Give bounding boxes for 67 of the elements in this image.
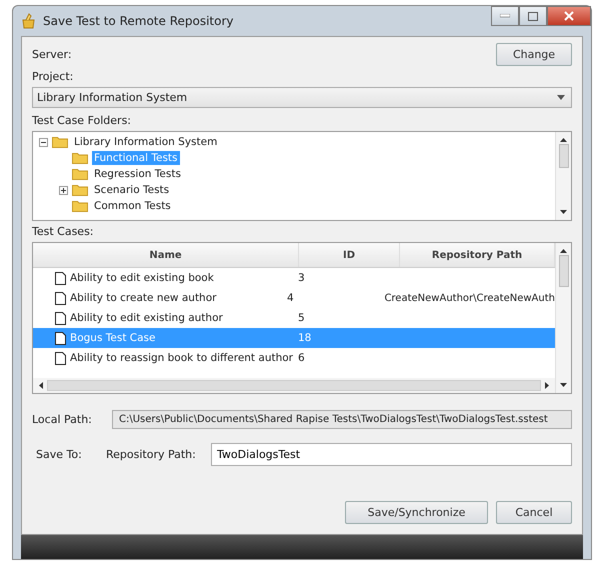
- change-button[interactable]: Change: [496, 43, 572, 66]
- scroll-down-icon[interactable]: [560, 383, 567, 387]
- table-cell-text: 18: [298, 332, 312, 344]
- app-icon: [21, 13, 37, 29]
- document-icon: [55, 292, 66, 304]
- save-to-label: Save To:: [35, 448, 83, 461]
- table-cell: Ability to edit existing author: [70, 312, 223, 324]
- local-path-label: Local Path:: [32, 413, 93, 426]
- vertical-scrollbar[interactable]: [555, 243, 571, 393]
- repository-path-label: Repository Path:: [106, 448, 197, 461]
- tree-item[interactable]: Scenario Tests: [92, 183, 172, 197]
- table-cell: Ability to create new author: [70, 292, 216, 304]
- table-row[interactable]: Ability to edit existing book 3: [33, 268, 555, 288]
- tree-item[interactable]: Common Tests: [92, 199, 173, 213]
- folder-icon: [72, 168, 88, 180]
- folder-icon: [72, 184, 88, 196]
- table-row[interactable]: Ability to create new author 4 CreateNewAuthor\CreateNewAuth: [33, 288, 555, 308]
- horizontal-scrollbar[interactable]: [33, 378, 555, 393]
- table-cell: CreateNewAuthor\CreateNewAuth: [384, 292, 555, 304]
- minimize-icon: [500, 14, 510, 18]
- maximize-button[interactable]: [519, 6, 547, 26]
- document-icon: [55, 272, 66, 284]
- vertical-scrollbar[interactable]: [555, 132, 571, 220]
- tree-item[interactable]: Regression Tests: [92, 167, 183, 181]
- table-cell-text: 6: [298, 352, 306, 364]
- local-path-field: C:\Users\Public\Documents\Shared Rapise Tests\TwoDialogsTest\TwoDialogsTest.sstest: [112, 410, 572, 429]
- column-header[interactable]: Name: [33, 243, 299, 267]
- column-header[interactable]: ID: [299, 243, 400, 267]
- document-icon: [55, 332, 66, 344]
- dropdown-arrow-icon: [557, 95, 565, 100]
- repository-path-field[interactable]: TwoDialogsTest: [211, 443, 572, 466]
- close-icon: [564, 11, 574, 21]
- project-dropdown[interactable]: Library Information System: [32, 87, 572, 108]
- document-icon: [55, 352, 66, 364]
- test-cases-label: Test Cases:: [32, 225, 95, 238]
- server-label: Server:: [32, 48, 72, 61]
- scroll-thumb[interactable]: [47, 380, 541, 391]
- project-label: Project:: [32, 70, 74, 83]
- table-row[interactable]: Ability to edit existing author 5: [33, 308, 555, 328]
- save-button[interactable]: Save/Synchronize: [345, 501, 488, 524]
- document-icon: [55, 312, 66, 324]
- table-cell: Ability to edit existing book: [70, 272, 214, 284]
- table-cell-text: 4: [286, 292, 295, 304]
- expand-icon[interactable]: [59, 186, 68, 194]
- tree-item[interactable]: Library Information System: [72, 135, 220, 149]
- folders-label: Test Case Folders:: [32, 114, 132, 127]
- scroll-down-icon[interactable]: [560, 210, 567, 214]
- table-cell-text: 5: [298, 312, 306, 324]
- scroll-thumb[interactable]: [558, 255, 568, 287]
- scroll-thumb[interactable]: [558, 144, 568, 168]
- scroll-left-icon[interactable]: [39, 382, 43, 389]
- table-cell: Bogus Test Case: [70, 332, 156, 344]
- folder-icon: [52, 136, 68, 148]
- maximize-icon: [528, 12, 538, 20]
- collapse-icon[interactable]: [39, 138, 48, 146]
- table-row[interactable]: Ability to reassign book to different author 6: [33, 348, 555, 368]
- scroll-right-icon[interactable]: [545, 382, 549, 389]
- minimize-button[interactable]: [491, 6, 519, 26]
- window-title: Save Test to Remote Repository: [43, 14, 234, 28]
- cancel-button[interactable]: Cancel: [496, 501, 572, 524]
- folder-icon: [72, 152, 88, 164]
- table-cell-text: 3: [298, 272, 306, 284]
- scroll-up-icon[interactable]: [560, 138, 567, 142]
- folder-icon: [72, 200, 88, 212]
- scroll-up-icon[interactable]: [560, 249, 567, 253]
- table-cell: Ability to reassign book to different author: [70, 352, 293, 364]
- close-button[interactable]: [547, 6, 591, 26]
